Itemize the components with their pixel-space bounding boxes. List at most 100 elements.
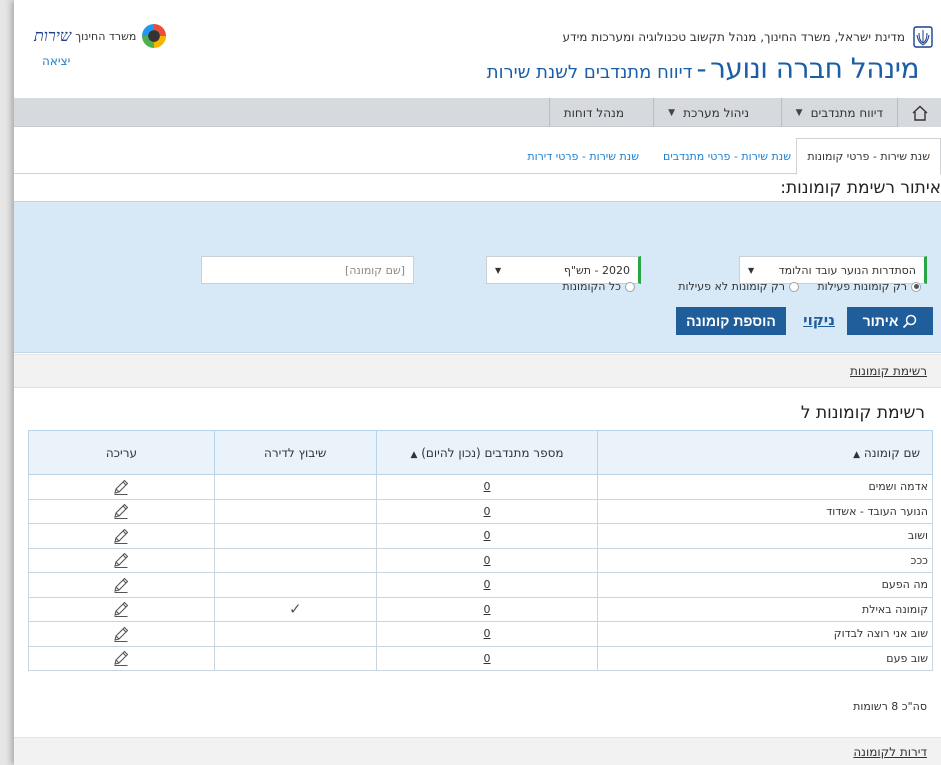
apartment-cell	[213, 547, 377, 573]
pencil-icon[interactable]	[112, 478, 130, 496]
commune-name-cell: שוב פעם	[597, 645, 933, 671]
radio-inactive-only[interactable]: רק קומונות לא פעילות	[678, 280, 799, 293]
app-title: מינהל חברה ונוער - דיווח מתנדבים לשנת שי…	[486, 52, 920, 85]
ministry-text: משרד החינוך	[75, 29, 137, 43]
tab-apartments-details[interactable]: שנת שירות - פרטי דירות	[517, 138, 649, 174]
radio-button[interactable]	[625, 281, 635, 292]
edit-cell	[28, 547, 215, 573]
nav-item-system-management[interactable]: ניהול מערכת ▼	[653, 98, 763, 127]
tab-volunteers-details[interactable]: שנת שירות - פרטי מתנדבים	[653, 138, 801, 174]
commune-name-cell: אדמה ושמים	[597, 474, 933, 500]
tab-communes-details[interactable]: שנת שירות - פרטי קומונות	[796, 138, 941, 175]
commune-name-placeholder: [שם קומונה]	[344, 263, 405, 277]
table-header-row: שם קומונה ▲ מספר מתנדבים (נכון להיום) ▲ …	[28, 430, 933, 475]
shirut-logo: שירות משרד החינוך	[34, 22, 168, 50]
edit-cell	[28, 645, 215, 671]
communes-list-link[interactable]: רשימת קומונות	[850, 364, 927, 378]
edit-cell	[28, 523, 215, 549]
communes-table: שם קומונה ▲ מספר מתנדבים (נכון להיום) ▲ …	[28, 430, 933, 671]
apartment-cell	[213, 523, 377, 549]
column-header-volunteers[interactable]: מספר מתנדבים (נכון להיום) ▲	[375, 430, 599, 475]
volunteers-count-link[interactable]: 0	[375, 474, 599, 500]
year-value: 2020 - תש"ף	[563, 263, 630, 277]
nav-item-reports-manager[interactable]: מנהל דוחות	[548, 98, 638, 127]
apartment-cell	[213, 645, 377, 671]
radio-label: רק קומונות לא פעילות	[678, 280, 785, 293]
commune-name-cell: הנוער העובד - אשדוד	[597, 498, 933, 524]
chevron-down-icon: ▼	[495, 265, 502, 275]
commune-name-cell: מה הפעם	[597, 572, 933, 598]
edit-cell	[28, 596, 215, 622]
commune-name-cell: כככ	[597, 547, 933, 573]
list-title: רשימת קומונות ל	[800, 403, 925, 423]
volunteers-count-link[interactable]: 0	[375, 596, 599, 622]
pencil-icon[interactable]	[112, 576, 130, 594]
commune-name-cell: קומונה באילת	[597, 596, 933, 622]
nav-item-volunteer-report[interactable]: דיווח מתנדבים ▼	[780, 98, 897, 127]
pencil-icon[interactable]	[112, 502, 130, 520]
app-title-separator: -	[696, 52, 707, 85]
volunteers-count-link[interactable]: 0	[375, 621, 599, 647]
apartment-cell: ✓	[213, 596, 377, 622]
commune-name-cell: ושוב	[597, 523, 933, 549]
shirut-logo-text: שירות	[34, 26, 72, 45]
volunteers-count-link[interactable]: 0	[375, 498, 599, 524]
nav-item-label: ניהול מערכת	[683, 105, 749, 120]
volunteers-count-link[interactable]: 0	[375, 523, 599, 549]
chevron-down-icon: ▼	[668, 107, 676, 118]
pencil-icon[interactable]	[112, 527, 130, 545]
search-button[interactable]: איתור	[847, 307, 933, 335]
nav-item-label: מנהל דוחות	[563, 105, 624, 120]
communes-list-bar: רשימת קומונות	[14, 354, 941, 388]
pencil-icon[interactable]	[112, 600, 130, 618]
column-header-label: מספר מתנדבים (נכון להיום)	[421, 445, 564, 460]
radio-label: רק קומונות פעילות	[817, 280, 907, 293]
table-row: אדמה ושמים 0	[28, 474, 933, 500]
radio-active-only[interactable]: רק קומונות פעילות	[817, 280, 921, 293]
commune-name-input[interactable]: [שם קומונה]	[201, 256, 414, 284]
volunteers-count-link[interactable]: 0	[375, 572, 599, 598]
filter-section-title: איתור רשימת קומונות:	[780, 178, 941, 198]
radio-button[interactable]	[789, 281, 799, 292]
app-title-sub: דיווח מתנדבים לשנת שירות	[486, 62, 693, 83]
search-button-label: איתור	[862, 313, 899, 329]
edit-cell	[28, 474, 215, 500]
chevron-down-icon: ▼	[748, 265, 755, 275]
sort-up-icon[interactable]: ▲	[411, 450, 418, 460]
sort-up-icon[interactable]: ▲	[853, 450, 860, 460]
pencil-icon[interactable]	[112, 625, 130, 643]
add-commune-button[interactable]: הוספת קומונה	[676, 307, 786, 335]
home-icon	[912, 105, 927, 121]
table-row: שוב אני רוצה לבדוק 0	[28, 621, 933, 647]
state-emblem-icon	[913, 26, 933, 48]
page: מדינת ישראל, משרד החינוך, מנהל תקשוב טכנ…	[14, 0, 941, 765]
radio-all[interactable]: כל הקומונות	[562, 280, 635, 293]
volunteers-count-link[interactable]: 0	[375, 645, 599, 671]
radio-button-checked[interactable]	[911, 281, 921, 292]
app-title-main: מינהל חברה ונוער	[710, 52, 919, 85]
logout-link[interactable]: יציאה	[42, 54, 70, 68]
ministry-logo-icon	[142, 24, 167, 48]
chevron-down-icon: ▼	[795, 107, 803, 118]
table-row: ושוב 0	[28, 523, 933, 549]
apartment-cell	[213, 572, 377, 598]
radio-label: כל הקומונות	[562, 280, 621, 293]
tab-strip: שנת שירות - פרטי קומונות שנת שירות - פרט…	[14, 138, 941, 175]
column-header-label: שם קומונה	[863, 445, 920, 460]
table-row: מה הפעם 0	[28, 572, 933, 598]
home-button[interactable]	[897, 98, 941, 127]
clear-link[interactable]: ניקוי	[803, 311, 835, 329]
records-total: סה"כ 8 רשומות	[853, 700, 927, 713]
column-header-name[interactable]: שם קומונה ▲	[597, 430, 933, 475]
column-header-apartment: שיבוץ לדירה	[213, 430, 377, 475]
column-header-edit: עריכה	[28, 430, 215, 475]
nav-item-label: דיווח מתנדבים	[810, 105, 883, 120]
pencil-icon[interactable]	[112, 551, 130, 569]
apartments-link[interactable]: דירות לקומונה	[853, 745, 927, 759]
table-row: שוב פעם 0	[28, 645, 933, 671]
organization-value: הסתדרות הנוער עובד והלומד	[778, 263, 916, 277]
volunteers-count-link[interactable]: 0	[375, 547, 599, 573]
pencil-icon[interactable]	[112, 649, 130, 667]
gov-line: מדינת ישראל, משרד החינוך, מנהל תקשוב טכנ…	[562, 30, 905, 44]
table-row: קומונה באילת 0 ✓	[28, 596, 933, 622]
